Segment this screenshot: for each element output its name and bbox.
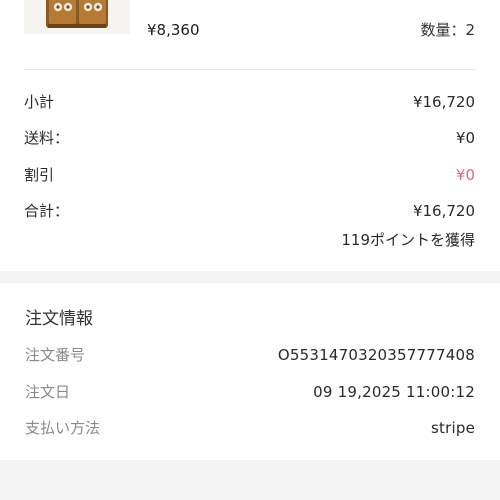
order-summary-card: ¥8,360 数量：2 小計 ¥16,720 送料： ¥0 割引 ¥0 合計： … <box>0 0 500 271</box>
quantity-label: 数量： <box>420 21 466 39</box>
points-earned: 119ポイントを獲得 <box>341 231 475 249</box>
total-value: ¥16,720 <box>412 202 475 220</box>
discount-row: 割引 ¥0 <box>24 164 475 186</box>
total-label: 合計： <box>24 202 70 220</box>
order-info-card: 注文情報 注文番号 O5531470320357777408 注文日 09 19… <box>0 283 500 460</box>
shipping-value: ¥0 <box>455 129 475 147</box>
product-image[interactable] <box>24 0 130 34</box>
subtotal-value: ¥16,720 <box>412 93 475 111</box>
subtotal-row: 小計 ¥16,720 <box>24 91 475 113</box>
subtotal-label: 小計 <box>24 93 55 111</box>
shipping-label: 送料： <box>24 129 70 147</box>
total-row: 合計： ¥16,720 <box>24 200 475 222</box>
order-date-value: 09 19,2025 11:00:12 <box>313 383 475 401</box>
order-date-label: 注文日 <box>25 383 71 401</box>
order-date-row: 注文日 09 19,2025 11:00:12 <box>25 381 475 403</box>
order-info-title: 注文情報 <box>25 309 93 329</box>
divider <box>24 69 476 70</box>
payment-method-value: stripe <box>431 419 475 437</box>
shipping-row: 送料： ¥0 <box>24 127 475 149</box>
discount-label: 割引 <box>24 166 55 184</box>
payment-method-label: 支払い方法 <box>25 419 101 437</box>
quantity-value: 2 <box>465 21 475 39</box>
payment-method-row: 支払い方法 stripe <box>25 417 475 439</box>
order-number-value[interactable]: O5531470320357777408 <box>278 344 475 366</box>
product-price: ¥8,360 <box>147 21 200 39</box>
discount-value: ¥0 <box>455 166 475 184</box>
order-number-label: 注文番号 <box>25 346 86 364</box>
order-number-row: 注文番号 O5531470320357777408 <box>25 344 475 366</box>
quantity: 数量：2 <box>420 20 475 40</box>
